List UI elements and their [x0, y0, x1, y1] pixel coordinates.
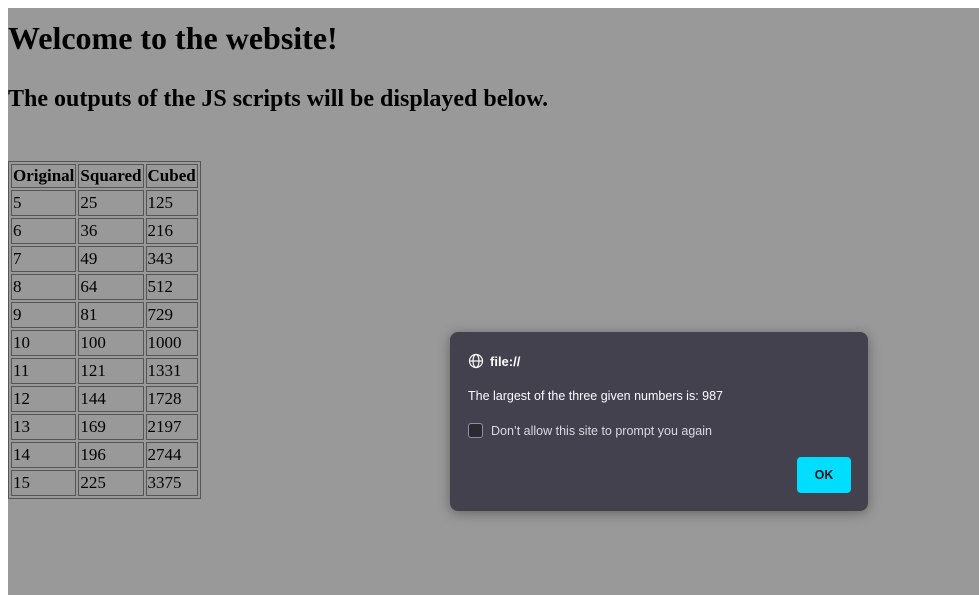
- page-viewport: Welcome to the website! The outputs of t…: [8, 8, 979, 595]
- ok-button[interactable]: OK: [797, 457, 851, 493]
- table-row: 9 81 729: [11, 302, 198, 328]
- dialog-message: The largest of the three given numbers i…: [468, 389, 724, 403]
- cell-cubed: 3375: [145, 470, 198, 496]
- table-row: 8 64 512: [11, 274, 198, 300]
- cell-original: 6: [11, 218, 77, 244]
- cell-original: 11: [11, 358, 77, 384]
- cell-cubed: 512: [145, 274, 198, 300]
- prompt-block-checkbox[interactable]: [468, 423, 483, 438]
- cell-cubed: 729: [145, 302, 198, 328]
- table-row: 14 196 2744: [11, 442, 198, 468]
- prompt-block-option[interactable]: Don’t allow this site to prompt you agai…: [468, 423, 712, 438]
- table-row: 11 121 1331: [11, 358, 198, 384]
- table-row: 15 225 3375: [11, 470, 198, 496]
- cell-squared: 81: [78, 302, 144, 328]
- page-subtitle: The outputs of the JS scripts will be di…: [8, 86, 549, 112]
- column-header-squared: Squared: [78, 164, 144, 188]
- column-header-original: Original: [11, 164, 77, 188]
- cell-cubed: 125: [145, 190, 198, 216]
- cell-cubed: 216: [145, 218, 198, 244]
- cell-original: 14: [11, 442, 77, 468]
- cell-cubed: 343: [145, 246, 198, 272]
- prompt-block-label: Don’t allow this site to prompt you agai…: [491, 423, 712, 438]
- cell-cubed: 2744: [145, 442, 198, 468]
- page-title: Welcome to the website!: [8, 20, 338, 56]
- cell-original: 7: [11, 246, 77, 272]
- cell-squared: 225: [78, 470, 144, 496]
- column-header-cubed: Cubed: [145, 164, 198, 188]
- cell-squared: 49: [78, 246, 144, 272]
- table-row: 12 144 1728: [11, 386, 198, 412]
- table-row: 5 25 125: [11, 190, 198, 216]
- cell-original: 12: [11, 386, 77, 412]
- table-row: 13 169 2197: [11, 414, 198, 440]
- cell-original: 9: [11, 302, 77, 328]
- cell-original: 5: [11, 190, 77, 216]
- cell-squared: 100: [78, 330, 144, 356]
- cell-original: 10: [11, 330, 77, 356]
- cell-squared: 64: [78, 274, 144, 300]
- dialog-origin: file://: [490, 353, 521, 369]
- cell-squared: 36: [78, 218, 144, 244]
- cell-squared: 25: [78, 190, 144, 216]
- table-header-row: Original Squared Cubed: [11, 164, 198, 188]
- globe-icon: [468, 353, 484, 369]
- cell-original: 13: [11, 414, 77, 440]
- cell-original: 8: [11, 274, 77, 300]
- cell-cubed: 1728: [145, 386, 198, 412]
- table-row: 10 100 1000: [11, 330, 198, 356]
- cell-squared: 144: [78, 386, 144, 412]
- cell-cubed: 1331: [145, 358, 198, 384]
- cell-original: 15: [11, 470, 77, 496]
- cell-squared: 121: [78, 358, 144, 384]
- table-row: 6 36 216: [11, 218, 198, 244]
- table-row: 7 49 343: [11, 246, 198, 272]
- cell-cubed: 1000: [145, 330, 198, 356]
- powers-table: Original Squared Cubed 5 25 125 6 36 216 7 49 34…: [8, 161, 201, 499]
- cell-squared: 169: [78, 414, 144, 440]
- cell-cubed: 2197: [145, 414, 198, 440]
- cell-squared: 196: [78, 442, 144, 468]
- table-body: 5 25 125 6 36 216 7 49 343 8 64 512 9 81 729 10 100 1000 1…: [11, 190, 198, 496]
- dialog-header: file://: [468, 353, 520, 369]
- alert-dialog: file:// The largest of the three given n…: [450, 332, 868, 511]
